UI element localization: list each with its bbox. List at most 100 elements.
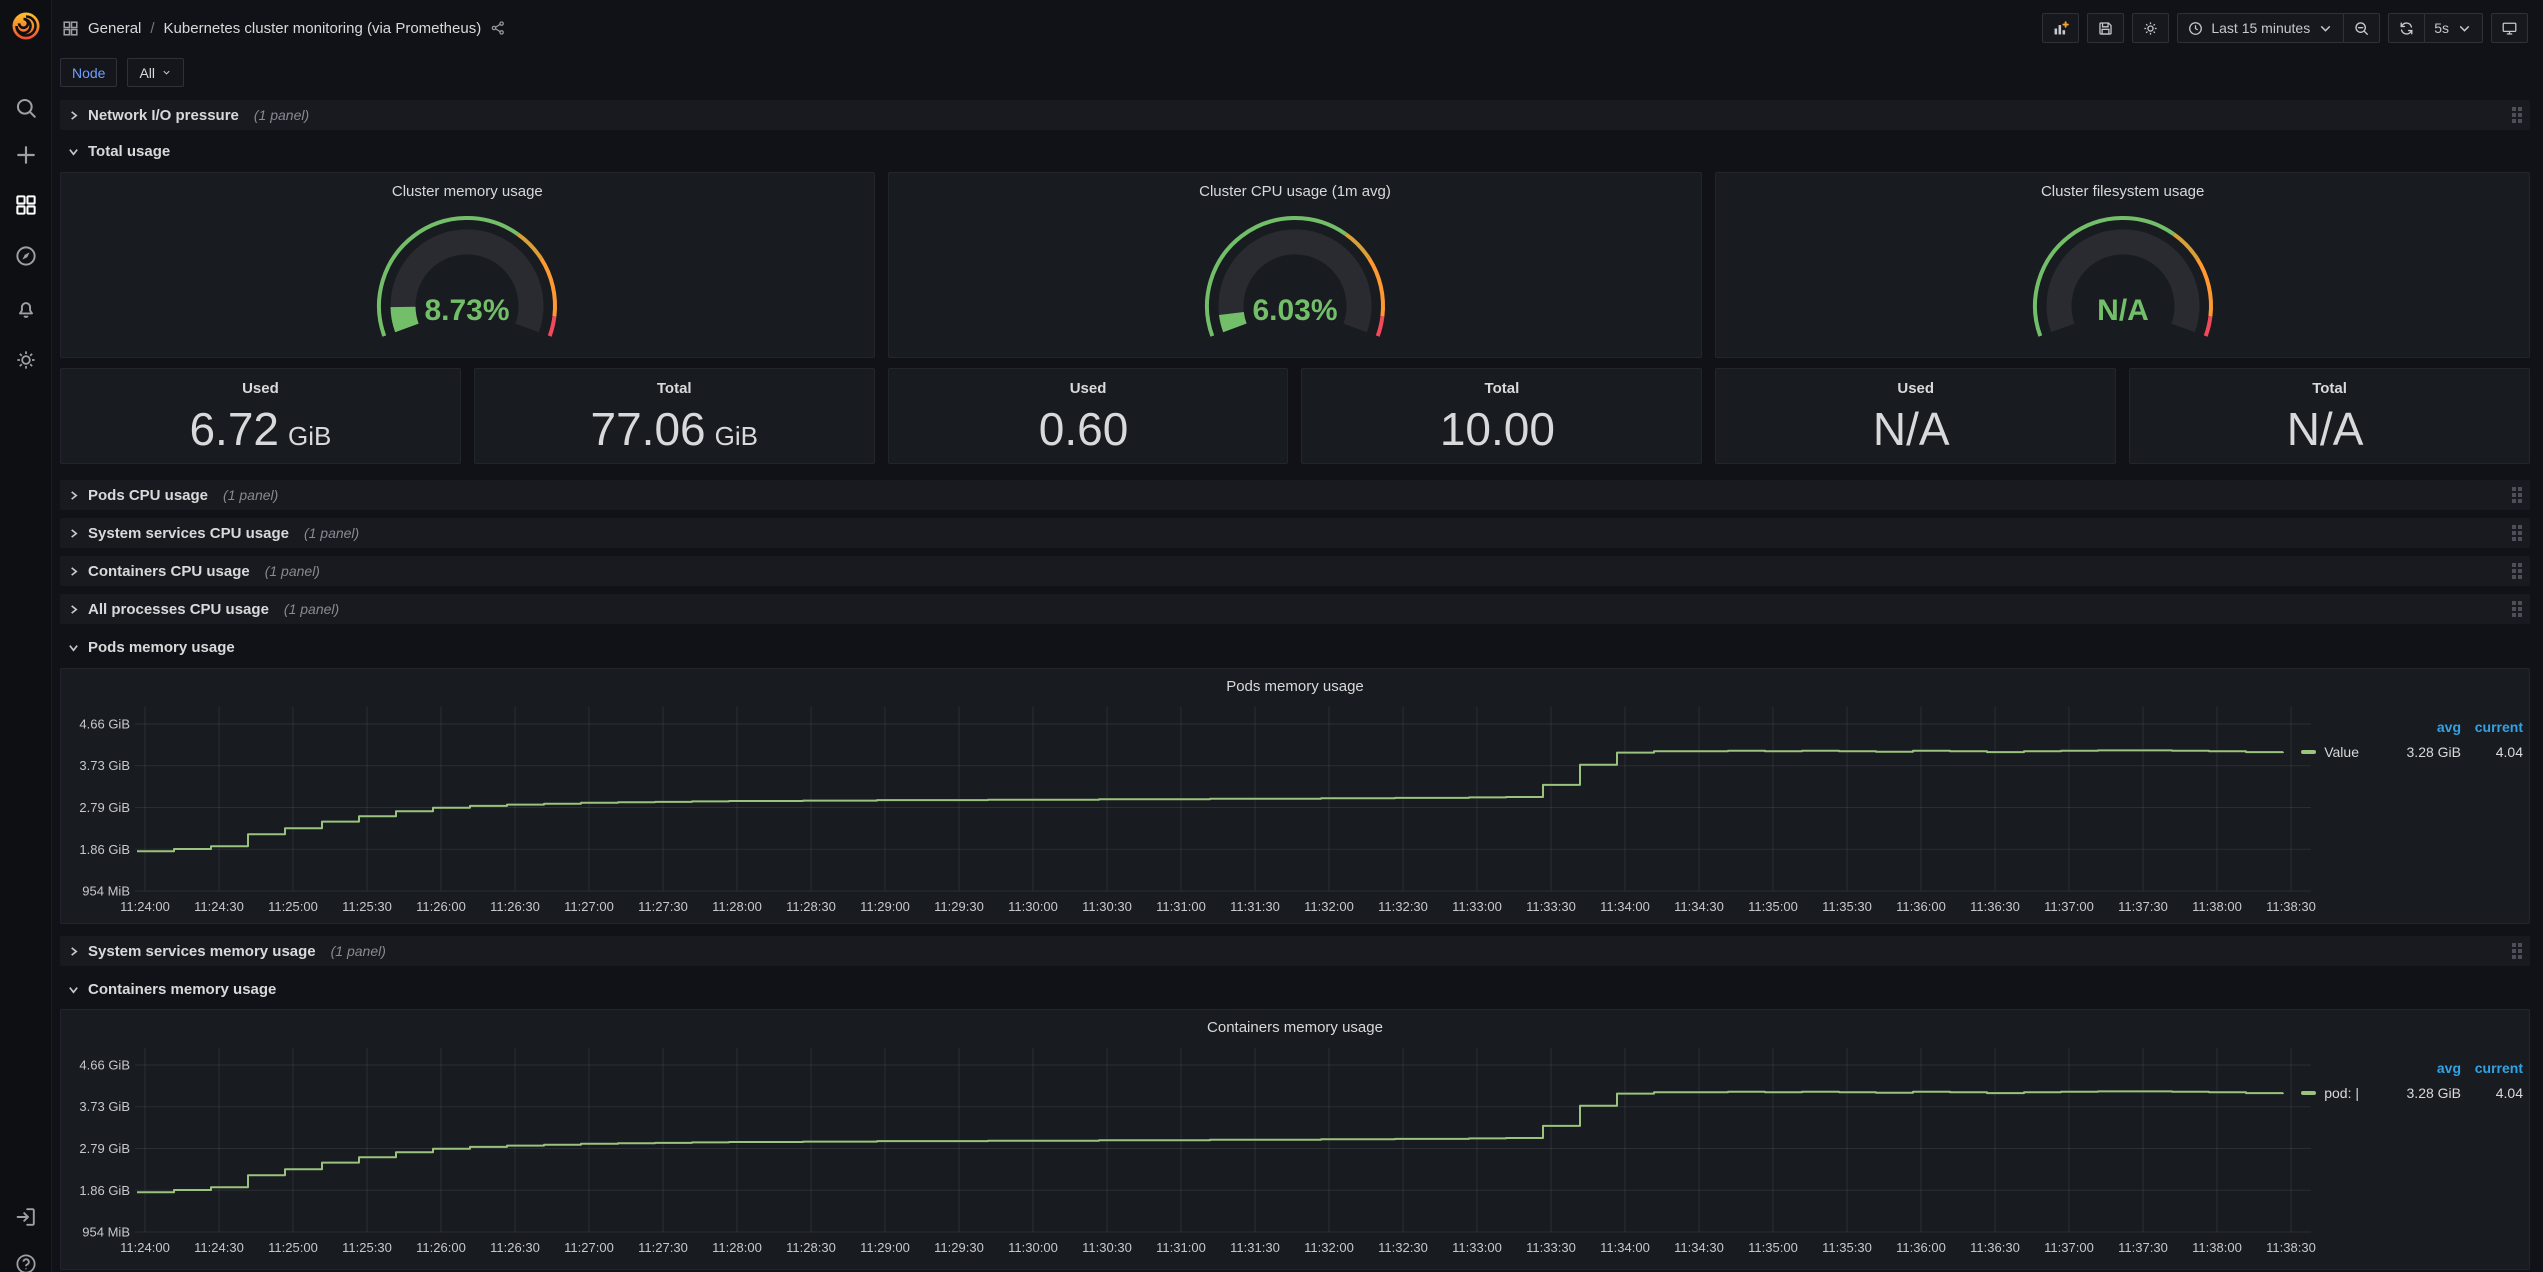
row-system-services-memory-usage[interactable]: System services memory usage (1 panel) [60,936,2530,966]
row-pods-memory-usage[interactable]: Pods memory usage [60,634,2530,660]
sidebar [0,0,52,1272]
time-picker-group: Last 15 minutes [2177,13,2380,43]
row-drag-handle[interactable] [2512,525,2522,541]
svg-text:11:26:30: 11:26:30 [490,1240,540,1255]
panel-title[interactable]: Cluster CPU usage (1m avg) [1199,183,1391,200]
stat-memory-total: Total 77.06GiB [474,368,875,464]
svg-text:11:31:30: 11:31:30 [1230,1240,1280,1255]
chevron-down-icon [2456,20,2473,37]
cluster-memory-gauge: 8.73% [362,208,572,342]
save-dashboard-button[interactable] [2087,13,2124,43]
svg-text:954 MiB: 954 MiB [82,884,130,899]
row-total-usage[interactable]: Total usage [60,138,2530,164]
row-pods-cpu-usage[interactable]: Pods CPU usage (1 panel) [60,480,2530,510]
svg-text:11:24:00: 11:24:00 [120,1240,170,1255]
alerting-bell-icon[interactable] [14,296,38,320]
row-all-processes-cpu-usage[interactable]: All processes CPU usage (1 panel) [60,594,2530,624]
add-panel-button[interactable] [2042,13,2079,43]
svg-text:11:35:30: 11:35:30 [1822,899,1872,914]
svg-text:11:34:30: 11:34:30 [1674,899,1724,914]
clock-icon [2187,20,2204,37]
variable-node[interactable]: Node [60,58,117,87]
svg-text:11:27:30: 11:27:30 [638,1240,688,1255]
tv-mode-button[interactable] [2491,13,2528,43]
row-drag-handle[interactable] [2512,943,2522,959]
stat-label[interactable]: Used [1897,380,1934,397]
panel-title[interactable]: Cluster filesystem usage [2041,183,2204,200]
svg-text:4.66 GiB: 4.66 GiB [79,1058,130,1073]
panel-title[interactable]: Cluster memory usage [392,183,543,200]
dashboards-grid-icon[interactable] [14,193,38,217]
stat-label[interactable]: Total [2312,380,2347,397]
help-icon[interactable] [14,1252,38,1272]
svg-text:2.79 GiB: 2.79 GiB [79,1141,130,1156]
panel-title[interactable]: Pods memory usage [61,678,2529,695]
panel-title[interactable]: Containers memory usage [61,1019,2529,1036]
row-network-io-pressure[interactable]: Network I/O pressure (1 panel) [60,100,2530,130]
svg-text:11:28:30: 11:28:30 [786,899,836,914]
row-system-services-cpu-usage[interactable]: System services CPU usage (1 panel) [60,518,2530,548]
legend-column-avg[interactable]: avg [2369,719,2461,735]
row-panel-count: (1 panel) [254,107,309,123]
series-label: Value [2324,744,2359,760]
legend-column-current[interactable]: current [2461,719,2523,735]
legend-series[interactable]: pod: | [2301,1085,2369,1101]
svg-text:1.86 GiB: 1.86 GiB [79,1183,130,1198]
series-swatch [2301,1091,2316,1095]
row-title: Pods CPU usage [88,487,208,504]
legend-series[interactable]: Value [2301,744,2369,760]
stat-label[interactable]: Total [657,380,692,397]
row-title: System services memory usage [88,943,316,960]
breadcrumb-folder[interactable]: General [88,20,141,37]
row-panel-count: (1 panel) [284,601,339,617]
top-nav-bar: General / Kubernetes cluster monitoring … [52,0,2543,56]
refresh-button[interactable] [2388,13,2425,43]
zoom-out-button[interactable] [2344,13,2380,43]
svg-text:1.86 GiB: 1.86 GiB [79,842,130,857]
row-drag-handle[interactable] [2512,601,2522,617]
row-containers-cpu-usage[interactable]: Containers CPU usage (1 panel) [60,556,2530,586]
search-icon[interactable] [14,96,38,120]
pods-memory-usage-plot[interactable]: 11:24:0011:24:3011:25:0011:25:3011:26:00… [61,669,2529,923]
row-containers-memory-usage[interactable]: Containers memory usage [60,976,2530,1002]
grafana-logo[interactable] [9,9,43,43]
row-drag-handle[interactable] [2512,107,2522,123]
refresh-interval-label: 5s [2434,20,2449,36]
chevron-down-icon [2317,20,2334,37]
variable-value: All [139,65,155,81]
refresh-interval-picker[interactable]: 5s [2425,13,2483,43]
svg-text:11:38:30: 11:38:30 [2266,1240,2316,1255]
stat-label[interactable]: Total [1485,380,1520,397]
svg-text:11:35:30: 11:35:30 [1822,1240,1872,1255]
dashboard-settings-button[interactable] [2132,13,2169,43]
svg-text:8.73%: 8.73% [425,294,510,327]
settings-gear-icon[interactable] [14,348,38,372]
dashboard-title[interactable]: Kubernetes cluster monitoring (via Prome… [164,20,482,37]
explore-compass-icon[interactable] [14,244,38,268]
legend-column-avg[interactable]: avg [2369,1060,2461,1076]
share-icon[interactable] [490,20,506,36]
svg-text:11:28:30: 11:28:30 [786,1240,836,1255]
legend-column-current[interactable]: current [2461,1060,2523,1076]
stat-label[interactable]: Used [1070,380,1107,397]
svg-text:11:37:00: 11:37:00 [2044,899,2094,914]
row-drag-handle[interactable] [2512,563,2522,579]
svg-text:11:33:30: 11:33:30 [1526,1240,1576,1255]
variable-node-value-picker[interactable]: All [127,58,184,87]
row-drag-handle[interactable] [2512,487,2522,503]
svg-text:11:35:00: 11:35:00 [1748,1240,1798,1255]
svg-text:11:38:30: 11:38:30 [2266,899,2316,914]
svg-text:11:25:30: 11:25:30 [342,1240,392,1255]
sign-in-icon[interactable] [14,1205,38,1229]
stat-unit: GiB [288,407,331,452]
svg-text:11:36:00: 11:36:00 [1896,899,1946,914]
panel-cluster-cpu-usage: Cluster CPU usage (1m avg) 6.03% [888,172,1703,358]
create-plus-icon[interactable] [14,143,38,167]
time-range-picker[interactable]: Last 15 minutes [2177,13,2344,43]
svg-text:11:30:30: 11:30:30 [1082,899,1132,914]
stat-label[interactable]: Used [242,380,279,397]
series-swatch [2301,750,2316,754]
svg-text:11:30:30: 11:30:30 [1082,1240,1132,1255]
containers-memory-usage-plot[interactable]: 11:24:0011:24:3011:25:0011:25:3011:26:00… [61,1010,2529,1269]
svg-text:11:38:00: 11:38:00 [2192,1240,2242,1255]
